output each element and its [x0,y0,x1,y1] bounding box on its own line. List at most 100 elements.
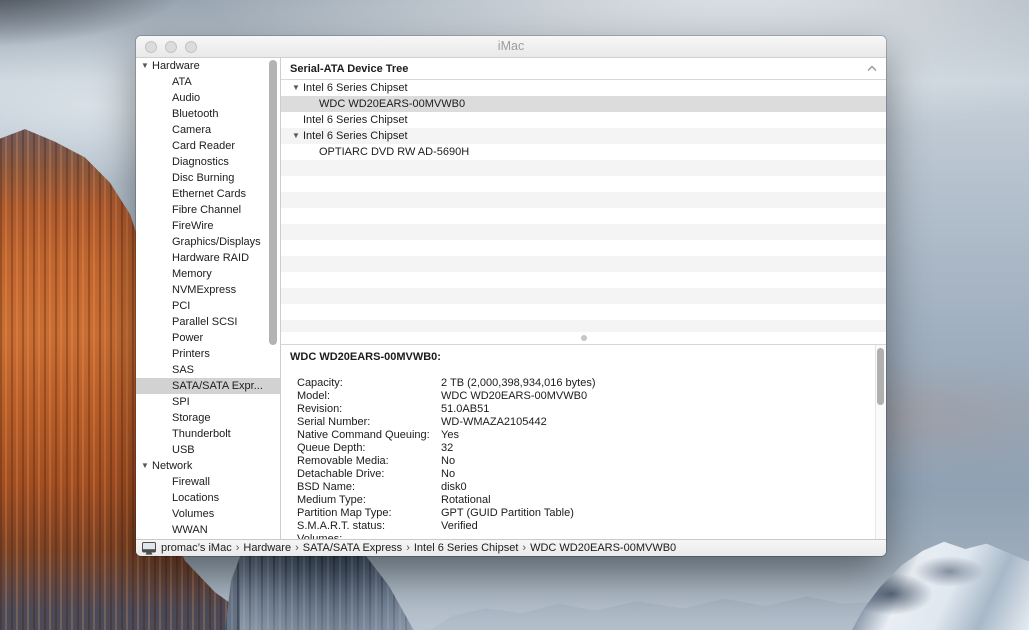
property-label: Model: [297,390,441,403]
sidebar-item-parallel-scsi[interactable]: Parallel SCSI [136,314,280,330]
property-partition-map-type: Partition Map Type:GPT (GUID Partition T… [290,507,866,520]
minimize-button[interactable] [165,41,177,53]
splitter-handle[interactable] [581,335,587,341]
details-scrollbar[interactable] [875,345,886,539]
tree-row-optiarc-dvd-rw-ad-5690h[interactable]: OPTIARC DVD RW AD-5690H [281,144,886,160]
sidebar-item-card-reader[interactable]: Card Reader [136,138,280,154]
sidebar-item-diagnostics[interactable]: Diagnostics [136,154,280,170]
detail-title: WDC WD20EARS-00MVWB0: [290,351,866,364]
sidebar-item-graphics-displays[interactable]: Graphics/Displays [136,234,280,250]
property-model: Model:WDC WD20EARS-00MVWB0 [290,390,866,403]
property-label: Volumes: [297,533,441,539]
sidebar-item-pci[interactable]: PCI [136,298,280,314]
property-medium-type: Medium Type:Rotational [290,494,866,507]
device-tree-pane: Serial-ATA Device Tree ▼Intel 6 Series C… [281,58,886,332]
sidebar-item-storage[interactable]: Storage [136,410,280,426]
sidebar-item-hardware-raid[interactable]: Hardware RAID [136,250,280,266]
tree-row-intel-6-series-chipset[interactable]: ▼Intel 6 Series Chipset [281,128,886,144]
sidebar-item-label: Diagnostics [172,156,229,168]
sidebar-item-label: SAS [172,364,194,376]
sidebar-item-camera[interactable]: Camera [136,122,280,138]
breadcrumb-bar: promac’s iMac›Hardware›SATA/SATA Express… [136,539,886,556]
disclosure-triangle-icon[interactable]: ▼ [141,458,149,474]
property-label: Partition Map Type: [297,507,441,520]
property-value: Rotational [441,494,866,507]
sidebar-item-usb[interactable]: USB [136,442,280,458]
tree-row-intel-6-series-chipset[interactable]: ▼Intel 6 Series Chipset [281,80,886,96]
sidebar-item-label: SATA/SATA Expr... [172,380,263,392]
sidebar-item-bluetooth[interactable]: Bluetooth [136,106,280,122]
sidebar-item-fibre-channel[interactable]: Fibre Channel [136,202,280,218]
details-scrollbar-thumb[interactable] [877,348,884,405]
sidebar-item-sas[interactable]: SAS [136,362,280,378]
sidebar-item-firewire[interactable]: FireWire [136,218,280,234]
sidebar-item-label: Volumes [172,508,214,520]
property-queue-depth: Queue Depth:32 [290,442,866,455]
property-value: Verified [441,520,866,533]
sidebar-item-label: NVMExpress [172,284,236,296]
sidebar-item-locations[interactable]: Locations [136,490,280,506]
sidebar-item-label: Fibre Channel [172,204,241,216]
sidebar-item-spi[interactable]: SPI [136,394,280,410]
sidebar-item-disc-burning[interactable]: Disc Burning [136,170,280,186]
tree-row-wdc-wd20ears-00mvwb0[interactable]: WDC WD20EARS-00MVWB0 [281,96,886,112]
sidebar-item-ethernet-cards[interactable]: Ethernet Cards [136,186,280,202]
wallpaper-fog [240,556,920,630]
pane-splitter[interactable] [281,332,886,344]
sidebar-item-label: Hardware RAID [172,252,249,264]
disclosure-triangle-icon[interactable]: ▼ [292,128,300,144]
property-label: Serial Number: [297,416,441,429]
property-bsd-name: BSD Name:disk0 [290,481,866,494]
sidebar-item-firewall[interactable]: Firewall [136,474,280,490]
disclosure-triangle-icon[interactable]: ▼ [141,58,149,74]
sidebar-item-label: Locations [172,492,219,504]
sidebar-item-label: SPI [172,396,190,408]
tree-row-label: OPTIARC DVD RW AD-5690H [319,146,469,158]
breadcrumb-item-wdc-wd20ears-00mvwb0[interactable]: WDC WD20EARS-00MVWB0 [530,542,676,554]
collapse-section-icon[interactable] [867,65,877,72]
sidebar-item-volumes[interactable]: Volumes [136,506,280,522]
sidebar-item-ata[interactable]: ATA [136,74,280,90]
property-label: BSD Name: [297,481,441,494]
zoom-button[interactable] [185,41,197,53]
breadcrumb-item-hardware[interactable]: Hardware [243,542,291,554]
disclosure-triangle-icon[interactable]: ▼ [292,80,300,96]
sidebar-item-thunderbolt[interactable]: Thunderbolt [136,426,280,442]
sidebar-item-label: Firewall [172,476,210,488]
property-value: No [441,468,866,481]
breadcrumb-item-promac-s-imac[interactable]: promac’s iMac [161,542,232,554]
sidebar-section-hardware[interactable]: ▼Hardware [136,58,280,74]
breadcrumb-separator: › [291,542,303,554]
sidebar-item-power[interactable]: Power [136,330,280,346]
sidebar-item-audio[interactable]: Audio [136,90,280,106]
sidebar-item-nvmexpress[interactable]: NVMExpress [136,282,280,298]
close-button[interactable] [145,41,157,53]
detail-properties: Capacity:2 TB (2,000,398,934,016 bytes)M… [290,377,866,539]
tree-empty-row [281,224,886,240]
breadcrumb-item-intel-6-series-chipset[interactable]: Intel 6 Series Chipset [414,542,519,554]
property-label: Medium Type: [297,494,441,507]
sidebar-section-network[interactable]: ▼Network [136,458,280,474]
breadcrumb-item-sata-sata-express[interactable]: SATA/SATA Express [303,542,402,554]
sidebar-item-sata-sata-expr[interactable]: SATA/SATA Expr... [136,378,280,394]
sidebar-section-label: Network [152,460,192,472]
sidebar-item-memory[interactable]: Memory [136,266,280,282]
device-tree-header[interactable]: Serial-ATA Device Tree [281,58,886,80]
property-label: Removable Media: [297,455,441,468]
content-pane: Serial-ATA Device Tree ▼Intel 6 Series C… [281,58,886,539]
sidebar-item-label: Graphics/Displays [172,236,261,248]
tree-row-intel-6-series-chipset[interactable]: Intel 6 Series Chipset [281,112,886,128]
property-value: 32 [441,442,866,455]
title-bar[interactable]: iMac [136,36,886,58]
sidebar-item-printers[interactable]: Printers [136,346,280,362]
property-s-m-a-r-t-status: S.M.A.R.T. status:Verified [290,520,866,533]
sidebar-scrollbar-thumb[interactable] [269,60,277,345]
property-removable-media: Removable Media:No [290,455,866,468]
sidebar-item-wwan[interactable]: WWAN [136,522,280,538]
property-value: No [441,455,866,468]
property-label: Queue Depth: [297,442,441,455]
property-label: Detachable Drive: [297,468,441,481]
property-value: 2 TB (2,000,398,934,016 bytes) [441,377,866,390]
tree-empty-row [281,288,886,304]
sidebar-item-label: Camera [172,124,211,136]
